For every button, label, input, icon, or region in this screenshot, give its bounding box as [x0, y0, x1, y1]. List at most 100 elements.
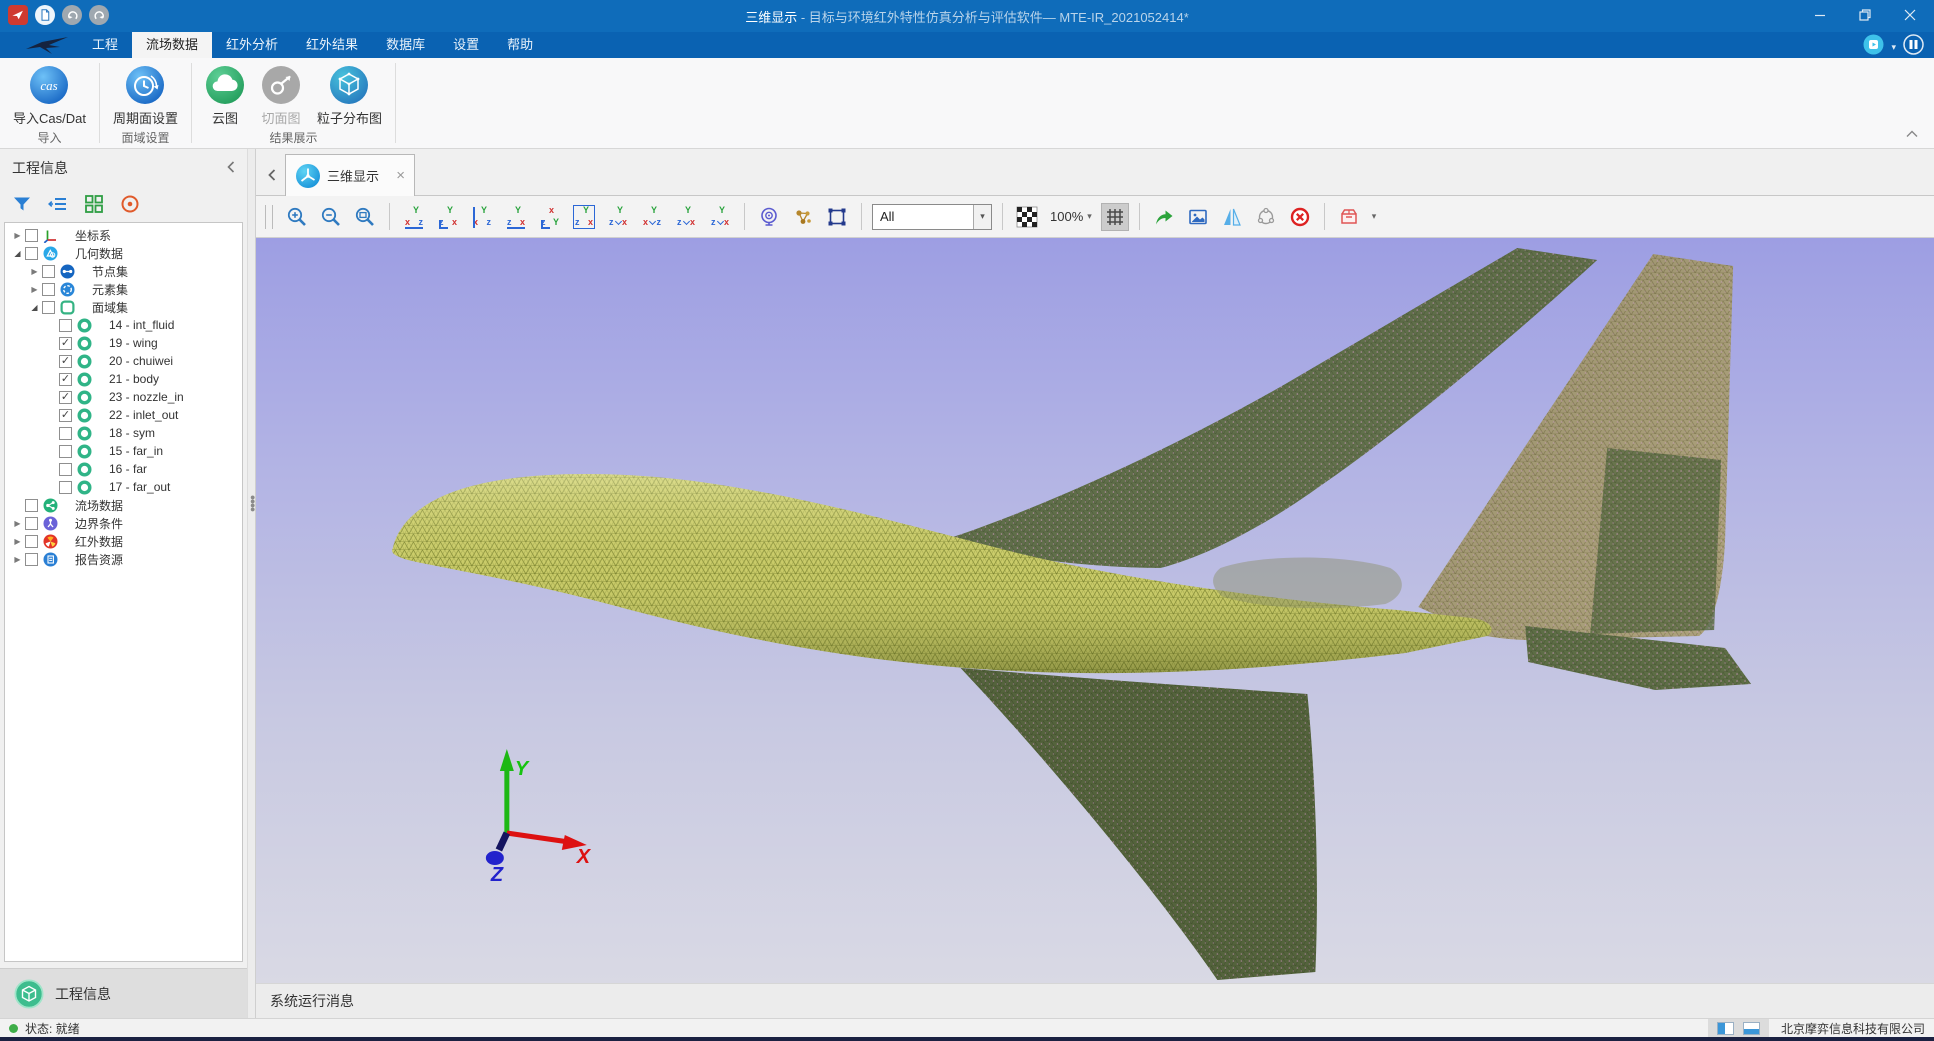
tree-item[interactable]: ✓22 - inlet_out — [5, 406, 242, 424]
user-guide-button[interactable] — [1903, 34, 1924, 60]
zoom-level-dropdown[interactable]: 100%▾ — [1047, 209, 1095, 224]
layout-left-icon[interactable] — [1717, 1022, 1734, 1035]
tree-checkbox[interactable]: ✓ — [59, 409, 72, 422]
particle-distribution-plot-button[interactable]: 粒子分布图 — [310, 65, 389, 127]
tree-item[interactable]: ▶坐标系 — [5, 226, 242, 244]
tab-scroll-left-button[interactable] — [259, 155, 285, 195]
tree-checkbox[interactable]: ✓ — [59, 391, 72, 404]
tree-item[interactable]: ▶元素集 — [5, 280, 242, 298]
orbit-button[interactable] — [1252, 203, 1280, 231]
panel-splitter[interactable]: ●●●● — [247, 149, 256, 1018]
tree-checkbox[interactable] — [59, 481, 72, 494]
zoom-out-button[interactable] — [317, 203, 345, 231]
periodic-face-setup-button[interactable]: 周期面设置 — [106, 65, 185, 127]
close-button[interactable] — [1887, 0, 1932, 30]
import-cas-dat-button[interactable]: cas导入Cas/Dat — [6, 65, 93, 127]
filter-button[interactable] — [12, 194, 32, 214]
splitter-handle[interactable]: ●●●● — [250, 495, 255, 511]
menu-settings[interactable]: 设置 — [439, 32, 493, 58]
minimize-button[interactable] — [1797, 0, 1842, 30]
mirror-button[interactable] — [1218, 203, 1246, 231]
tree-expand-icon[interactable]: ▶ — [10, 231, 25, 240]
tree-checkbox[interactable] — [59, 463, 72, 476]
view-top-button[interactable]: xzY — [536, 203, 564, 231]
collapse-all-button[interactable] — [48, 194, 68, 214]
archive-button[interactable] — [1335, 203, 1363, 231]
tree-item[interactable]: 14 - int_fluid — [5, 316, 242, 334]
menu-help[interactable]: 帮助 — [493, 32, 547, 58]
tree-checkbox[interactable] — [59, 445, 72, 458]
panel-collapse-button[interactable] — [227, 160, 235, 176]
tree-item[interactable]: 流场数据 — [5, 496, 242, 514]
view-left-button[interactable]: Yxz — [468, 203, 496, 231]
restore-button[interactable] — [1842, 0, 1887, 30]
tree-item[interactable]: ✓20 - chuiwei — [5, 352, 242, 370]
tree-expand-icon[interactable]: ▶ — [27, 285, 42, 294]
menu-infrared-analysis[interactable]: 红外分析 — [212, 32, 292, 58]
tree-checkbox[interactable] — [25, 247, 38, 260]
view-iso-front-button[interactable]: Yzx — [604, 203, 632, 231]
tree-expand-icon[interactable]: ▶ — [10, 555, 25, 564]
tree-checkbox[interactable] — [25, 229, 38, 242]
group-view-button[interactable] — [84, 194, 104, 214]
box-select-button[interactable] — [823, 203, 851, 231]
tree-checkbox[interactable]: ✓ — [59, 337, 72, 350]
tree-checkbox[interactable] — [59, 319, 72, 332]
transparency-button[interactable] — [1013, 203, 1041, 231]
tree-checkbox[interactable] — [25, 535, 38, 548]
tree-expand-icon[interactable]: ▶ — [10, 519, 25, 528]
menu-database[interactable]: 数据库 — [372, 32, 439, 58]
tree-item[interactable]: ✓19 - wing — [5, 334, 242, 352]
tree-checkbox[interactable] — [42, 283, 55, 296]
tree-checkbox[interactable] — [25, 499, 38, 512]
ribbon-collapse-button[interactable] — [1906, 125, 1918, 143]
new-file-button[interactable] — [35, 5, 55, 25]
tab-3d-display[interactable]: 三维显示 × — [285, 154, 415, 196]
tree-item[interactable]: ✓21 - body — [5, 370, 242, 388]
archive-menu-caret[interactable]: ▾ — [1369, 211, 1380, 222]
tree-checkbox[interactable]: ✓ — [59, 373, 72, 386]
tree-expand-icon[interactable]: ▶ — [10, 537, 25, 546]
view-front-button[interactable]: Yxz — [400, 203, 428, 231]
view-iso-left-button[interactable]: Yzx — [672, 203, 700, 231]
menu-flow-field-data[interactable]: 流场数据 — [132, 32, 212, 58]
tree-item[interactable]: 17 - far_out — [5, 478, 242, 496]
zoom-fit-button[interactable] — [351, 203, 379, 231]
toolbar-drag-handle[interactable] — [265, 205, 273, 229]
particle-view-button[interactable] — [789, 203, 817, 231]
undo-button[interactable] — [62, 5, 82, 25]
cloud-plot-button[interactable]: 云图 — [198, 65, 252, 127]
tree-item[interactable]: ▶红外数据 — [5, 532, 242, 550]
tree-checkbox[interactable] — [25, 517, 38, 530]
redo-button[interactable] — [89, 5, 109, 25]
view-iso-right-button[interactable]: Yzx — [706, 203, 734, 231]
view-bottom-button[interactable]: Yzx — [570, 203, 598, 231]
snapshot-button[interactable] — [1184, 203, 1212, 231]
tree-checkbox[interactable] — [42, 301, 55, 314]
tree-checkbox[interactable] — [59, 427, 72, 440]
tree-checkbox[interactable] — [25, 553, 38, 566]
tree-item[interactable]: ◢面域集 — [5, 298, 242, 316]
tree-item[interactable]: ▶报告资源 — [5, 550, 242, 568]
zoom-in-button[interactable] — [283, 203, 311, 231]
display-filter-select[interactable]: All▾ — [872, 204, 992, 230]
tab-close-icon[interactable]: × — [396, 167, 405, 184]
dropdown-arrow-icon[interactable]: ▾ — [973, 205, 991, 229]
clear-scene-button[interactable] — [1286, 203, 1314, 231]
tree-expand-icon[interactable]: ◢ — [27, 303, 42, 312]
menu-project[interactable]: 工程 — [78, 32, 132, 58]
tree-item[interactable]: ✓23 - nozzle_in — [5, 388, 242, 406]
probe-button[interactable] — [755, 203, 783, 231]
tree-item[interactable]: 15 - far_in — [5, 442, 242, 460]
view-iso-back-button[interactable]: Yxz — [638, 203, 666, 231]
theme-button[interactable] — [1863, 34, 1884, 60]
viewport-3d[interactable]: Y X Z — [256, 238, 1934, 983]
export-view-button[interactable] — [1150, 203, 1178, 231]
tree-expand-icon[interactable]: ◢ — [10, 249, 25, 258]
tree-item[interactable]: 18 - sym — [5, 424, 242, 442]
locate-button[interactable] — [120, 194, 140, 214]
view-right-button[interactable]: Yzx — [502, 203, 530, 231]
tree-item[interactable]: ▶边界条件 — [5, 514, 242, 532]
menu-infrared-results[interactable]: 红外结果 — [292, 32, 372, 58]
tree-checkbox[interactable]: ✓ — [59, 355, 72, 368]
